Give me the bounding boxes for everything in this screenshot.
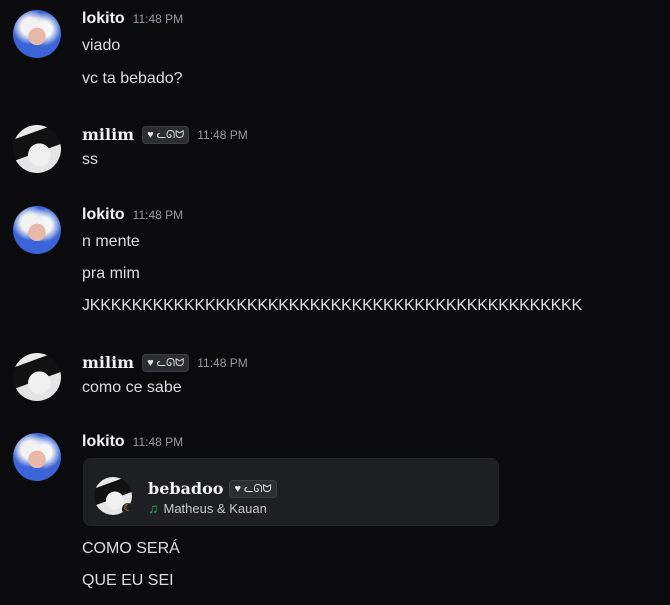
profile-embed[interactable]: ☾ bebadoo ♥ ᓚᘏᗢ ♫ Matheus & Kauan — [83, 458, 499, 526]
activity-text: Matheus & Kauan — [163, 500, 267, 516]
user-tag[interactable]: ♥ ᓚᘏᗢ — [142, 353, 190, 372]
moon-icon: ☾ — [122, 503, 134, 515]
timestamp: 11:48 PM — [132, 208, 184, 222]
heart-icon: ♥ — [234, 482, 241, 495]
tag-label: ᓚᘏᗢ — [156, 356, 185, 369]
timestamp: 11:48 PM — [197, 355, 248, 370]
embed-username[interactable]: bebadoo — [148, 479, 223, 498]
message-text: n mente — [82, 233, 140, 250]
timestamp: 11:48 PM — [132, 435, 184, 449]
avatar[interactable] — [13, 10, 61, 58]
message-text: COMO SERÁ — [82, 540, 180, 557]
user-tag[interactable]: ♥ ᓚᘏᗢ — [229, 479, 277, 498]
username[interactable]: milim — [82, 353, 134, 372]
message-text: pra mim — [82, 265, 140, 282]
message-text: QUE EU SEI — [82, 572, 174, 589]
avatar[interactable] — [13, 433, 61, 481]
username[interactable]: lokito — [82, 206, 125, 224]
message-text: como ce sabe — [82, 379, 182, 396]
timestamp: 11:48 PM — [197, 127, 248, 142]
username[interactable]: lokito — [82, 433, 125, 451]
username[interactable]: lokito — [82, 10, 125, 28]
music-note-icon: ♫ — [148, 500, 159, 516]
tag-label: ᓚᘏᗢ — [156, 128, 185, 141]
user-tag[interactable]: ♥ ᓚᘏᗢ — [142, 125, 190, 144]
message-text: JKKKKKKKKKKKKKKKKKKKKKKKKKKKKKKKKKKKKKKK… — [82, 297, 582, 314]
username[interactable]: milim — [82, 125, 134, 144]
heart-icon: ♥ — [147, 356, 154, 369]
tag-label: ᓚᘏᗢ — [243, 482, 272, 495]
avatar[interactable] — [13, 206, 61, 254]
message-text: ss — [82, 151, 98, 168]
message-text: vc ta bebado? — [82, 70, 183, 87]
heart-icon: ♥ — [147, 128, 154, 141]
timestamp: 11:48 PM — [132, 12, 184, 26]
avatar[interactable] — [13, 125, 61, 173]
avatar[interactable] — [13, 353, 61, 401]
message-text: viado — [82, 37, 121, 54]
